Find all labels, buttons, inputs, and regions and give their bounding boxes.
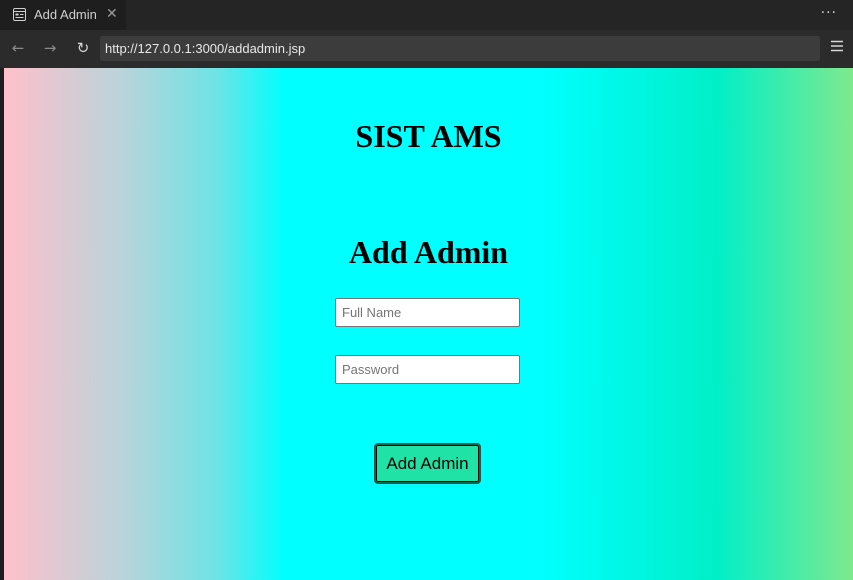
form-heading: Add Admin [348, 234, 509, 270]
arrow-right-icon[interactable]: → [41, 39, 59, 57]
tab-title: Add Admin [34, 7, 97, 22]
arrow-left-icon[interactable]: ← [9, 39, 27, 57]
hamburger-menu-icon[interactable] [830, 39, 844, 53]
tab-bar: Add Admin ✕ ··· [0, 0, 853, 30]
site-title: SIST AMS [355, 118, 502, 154]
page-content: SIST AMS Add Admin Add Admin [4, 68, 853, 580]
password-input[interactable] [335, 355, 520, 384]
reload-icon[interactable]: ↻ [74, 39, 92, 57]
page-icon [13, 8, 26, 21]
full-name-input[interactable] [335, 298, 520, 327]
address-bar[interactable]: http://127.0.0.1:3000/addadmin.jsp [100, 36, 820, 61]
navigation-bar: ← → ↻ http://127.0.0.1:3000/addadmin.jsp [0, 30, 853, 68]
close-icon[interactable]: ✕ [106, 6, 118, 22]
add-admin-button[interactable]: Add Admin [374, 443, 481, 484]
tab-add-admin[interactable]: Add Admin ✕ [0, 0, 126, 30]
more-menu-icon[interactable]: ··· [821, 5, 837, 21]
url-text: http://127.0.0.1:3000/addadmin.jsp [105, 41, 306, 56]
